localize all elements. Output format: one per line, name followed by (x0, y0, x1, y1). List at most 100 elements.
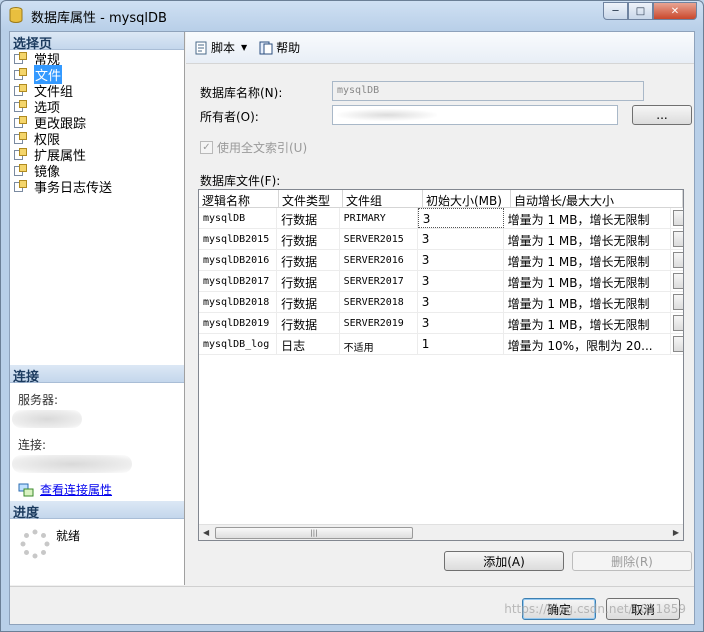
growth-edit-button[interactable] (673, 210, 683, 226)
database-files-grid: 逻辑名称 文件类型 文件组 初始大小(MB) 自动增长/最大大小 mysqlDB 行数据 P… (198, 189, 684, 541)
cell-filegroup[interactable]: PRIMARY (340, 208, 418, 228)
cell-growth[interactable]: 增量为 1 MB，增长无限制 (504, 208, 672, 228)
cell-size[interactable]: 3 (418, 271, 504, 291)
database-icon (9, 7, 23, 23)
page-icon (14, 67, 28, 81)
cell-filegroup[interactable]: SERVER2019 (340, 313, 418, 333)
cell-filegroup[interactable]: SERVER2017 (340, 271, 418, 291)
db-name-field[interactable]: mysqlDB (332, 81, 644, 101)
page-icon (14, 99, 28, 113)
column-header[interactable]: 初始大小(MB) (423, 190, 511, 207)
maximize-button[interactable]: □ (628, 2, 653, 20)
cell-growth[interactable]: 增量为 1 MB，增长无限制 (504, 229, 672, 249)
page-icon (14, 83, 28, 97)
table-row[interactable]: mysqlDB 行数据 PRIMARY 3 增量为 1 MB，增长无限制 (199, 208, 683, 229)
cell-name[interactable]: mysqlDB2015 (199, 229, 278, 249)
grid-body: mysqlDB 行数据 PRIMARY 3 增量为 1 MB，增长无限制 mysqlDB2… (199, 208, 683, 355)
cell-type[interactable]: 行数据 (277, 250, 340, 270)
title-bar[interactable]: 数据库属性 - mysqlDB ─ □ ✕ (1, 1, 703, 29)
cell-growth[interactable]: 增量为 1 MB，增长无限制 (504, 292, 672, 312)
cell-growth[interactable]: 增量为 1 MB，增长无限制 (504, 313, 672, 333)
cell-growth[interactable]: 增量为 1 MB，增长无限制 (504, 271, 672, 291)
cell-size[interactable]: 1 (418, 334, 504, 354)
growth-edit-button[interactable] (673, 252, 683, 268)
view-connection-properties-link[interactable]: 查看连接属性 (40, 481, 112, 498)
cell-name[interactable]: mysqlDB2018 (199, 292, 278, 312)
table-row[interactable]: mysqlDB2019 行数据 SERVER2019 3 增量为 1 MB，增长无限制 (199, 313, 683, 334)
table-row[interactable]: mysqlDB2018 行数据 SERVER2018 3 增量为 1 MB，增长无限制 (199, 292, 683, 313)
cell-size[interactable]: 3 (418, 229, 504, 249)
column-header[interactable]: 文件组 (343, 190, 423, 207)
cell-size[interactable]: 3 (417, 208, 504, 228)
server-value-redacted (12, 410, 82, 428)
growth-edit-button[interactable] (673, 231, 683, 247)
column-header[interactable]: 文件类型 (279, 190, 343, 207)
chevron-down-icon[interactable]: ▼ (241, 43, 247, 52)
growth-edit-button[interactable] (673, 294, 683, 310)
fulltext-checkbox-row[interactable]: ✓ 使用全文索引(U) (200, 139, 307, 156)
db-files-row: 数据库文件(F): (200, 172, 280, 189)
cell-type[interactable]: 行数据 (277, 271, 340, 291)
cell-type[interactable]: 行数据 (277, 313, 340, 333)
db-files-label: 数据库文件(F): (200, 174, 281, 188)
add-button[interactable]: 添加(A) (444, 551, 564, 571)
table-row[interactable]: mysqlDB2016 行数据 SERVER2016 3 增量为 1 MB，增长无限制 (199, 250, 683, 271)
page-icon (14, 131, 28, 145)
script-button[interactable]: 脚本 ▼ (194, 39, 247, 56)
cell-filegroup[interactable]: 不适用 (340, 334, 418, 354)
cell-filegroup[interactable]: SERVER2018 (340, 292, 418, 312)
cell-type[interactable]: 行数据 (277, 292, 340, 312)
cell-name[interactable]: mysqlDB (199, 208, 278, 228)
cell-size[interactable]: 3 (418, 292, 504, 312)
cell-size[interactable]: 3 (418, 313, 504, 333)
table-row[interactable]: mysqlDB2017 行数据 SERVER2017 3 增量为 1 MB，增长无限制 (199, 271, 683, 292)
owner-browse-button[interactable]: ... (632, 105, 692, 125)
window-title: 数据库属性 - mysqlDB (31, 11, 167, 26)
help-label: 帮助 (276, 41, 301, 55)
page-list: 常规 文件 文件组 选项 更改跟踪 权限 扩展属性 镜像 事务日志传送 (10, 50, 184, 196)
cell-name[interactable]: mysqlDB_log (199, 334, 278, 354)
grid-header: 逻辑名称 文件类型 文件组 初始大小(MB) 自动增长/最大大小 (199, 190, 683, 208)
scroll-left-icon[interactable]: ◀ (203, 528, 209, 537)
growth-edit-button[interactable] (673, 315, 683, 331)
connection-label: 连接: (18, 438, 47, 452)
cell-name[interactable]: mysqlDB2019 (199, 313, 278, 333)
owner-label: 所有者(O): (200, 110, 259, 124)
help-icon (259, 41, 273, 54)
fulltext-checkbox[interactable]: ✓ (200, 141, 213, 154)
cell-size[interactable]: 3 (418, 250, 504, 270)
cell-type[interactable]: 日志 (277, 334, 340, 354)
cell-growth[interactable]: 增量为 1 MB，增长无限制 (504, 250, 672, 270)
cell-type[interactable]: 行数据 (277, 208, 340, 228)
help-button[interactable]: 帮助 (259, 39, 300, 56)
cell-name[interactable]: mysqlDB2017 (199, 271, 278, 291)
db-name-row: 数据库名称(N): (200, 84, 282, 101)
remove-button[interactable]: 删除(R) (572, 551, 692, 571)
scroll-right-icon[interactable]: ▶ (673, 528, 679, 537)
close-button[interactable]: ✕ (653, 2, 697, 20)
minimize-button[interactable]: ─ (603, 2, 628, 20)
column-header[interactable]: 逻辑名称 (199, 190, 279, 207)
cell-filegroup[interactable]: SERVER2015 (340, 229, 418, 249)
dialog-footer: 确定 取消 https://blog.csdn.net/u011859 (10, 586, 694, 624)
owner-field[interactable] (332, 105, 618, 125)
db-name-label: 数据库名称(N): (200, 86, 283, 100)
toolbar: 脚本 ▼ 帮助 (186, 32, 694, 64)
dialog-client-area: 选择页 常规 文件 文件组 选项 更改跟踪 权限 扩展属性 镜像 事务日志传送 连接 服务器: … (9, 31, 695, 625)
owner-row: 所有者(O): (200, 108, 259, 125)
watermark: https://blog.csdn.net/u011859 (504, 602, 686, 616)
page-item[interactable]: 事务日志传送 (10, 178, 184, 196)
connection-section: 连接 服务器: 连接: 查看连接属性 (10, 365, 184, 498)
cell-type[interactable]: 行数据 (277, 229, 340, 249)
connection-header: 连接 (10, 365, 184, 385)
table-row[interactable]: mysqlDB_log 日志 不适用 1 增量为 10%，限制为 20... (199, 334, 683, 355)
growth-edit-button[interactable] (673, 273, 683, 289)
growth-edit-button[interactable] (673, 336, 683, 352)
cell-growth[interactable]: 增量为 10%，限制为 20... (504, 334, 672, 354)
cell-name[interactable]: mysqlDB2016 (199, 250, 278, 270)
column-header[interactable]: 自动增长/最大大小 (511, 190, 683, 207)
scroll-thumb[interactable]: ||| (215, 527, 413, 539)
table-row[interactable]: mysqlDB2015 行数据 SERVER2015 3 增量为 1 MB，增长无限制 (199, 229, 683, 250)
horizontal-scrollbar[interactable]: ◀ ||| ▶ (199, 524, 683, 540)
cell-filegroup[interactable]: SERVER2016 (340, 250, 418, 270)
